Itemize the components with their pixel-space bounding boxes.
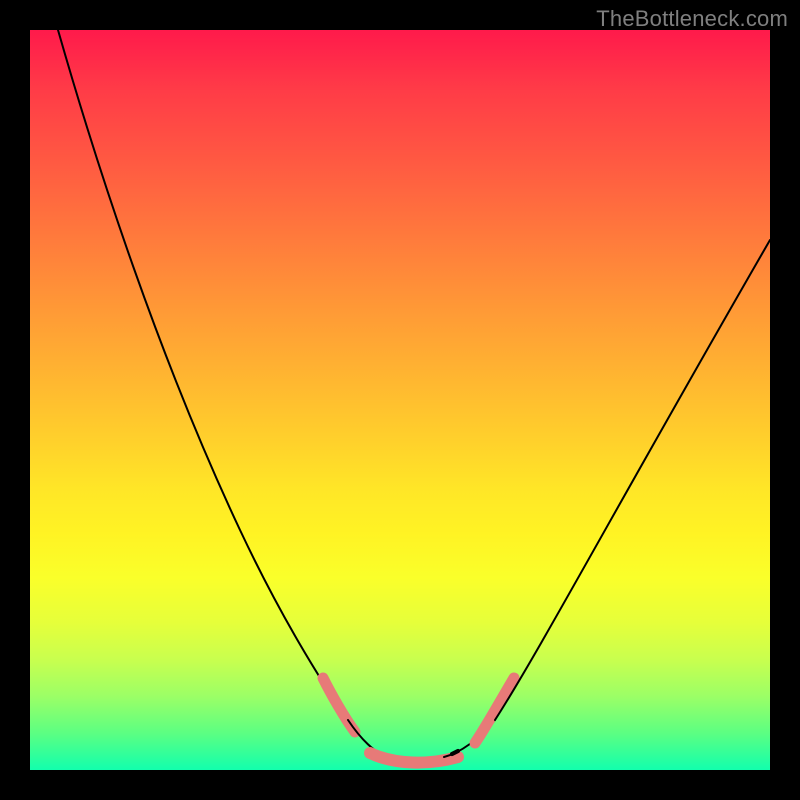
plot-area <box>30 30 770 770</box>
watermark-text: TheBottleneck.com <box>596 6 788 32</box>
curve-left-branch <box>58 30 348 720</box>
pink-marker-right <box>475 678 514 743</box>
curve-right-branch <box>495 240 770 720</box>
chart-frame: TheBottleneck.com <box>0 0 800 800</box>
plot-svg <box>30 30 770 770</box>
